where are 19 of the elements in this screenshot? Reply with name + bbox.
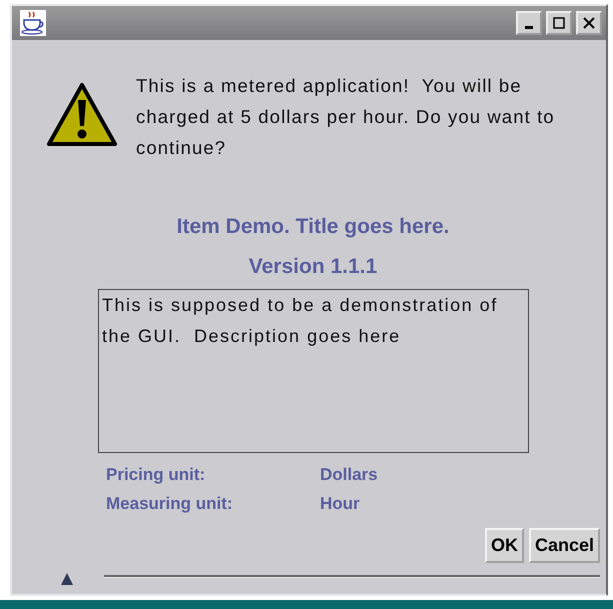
warning-message: This is a metered application! You will be charged at 5 dollars per hour. Do you want to continue? [136, 74, 556, 160]
field-value: Dollars [320, 465, 379, 485]
description-box: This is supposed to be a demonstration of the GUI. Description goes here [98, 289, 529, 453]
maximize-button[interactable] [546, 11, 572, 35]
field-label: Measuring unit: [106, 494, 234, 514]
ok-button[interactable]: OK [484, 528, 524, 563]
warning-icon [46, 82, 118, 148]
coffee-cup-icon [20, 10, 46, 36]
minimize-button[interactable] [516, 11, 542, 35]
minimize-icon [525, 26, 533, 28]
cancel-button[interactable]: Cancel [528, 528, 600, 563]
field-label: Pricing unit: [106, 465, 206, 485]
close-icon [583, 17, 595, 29]
field-value: Hour [320, 494, 361, 514]
triangle-icon [60, 572, 74, 586]
maximize-icon [553, 17, 565, 29]
item-title: Item Demo. Title goes here. [176, 215, 450, 239]
version-label: Version 1.1.1 [248, 255, 378, 279]
close-button[interactable] [576, 11, 602, 35]
